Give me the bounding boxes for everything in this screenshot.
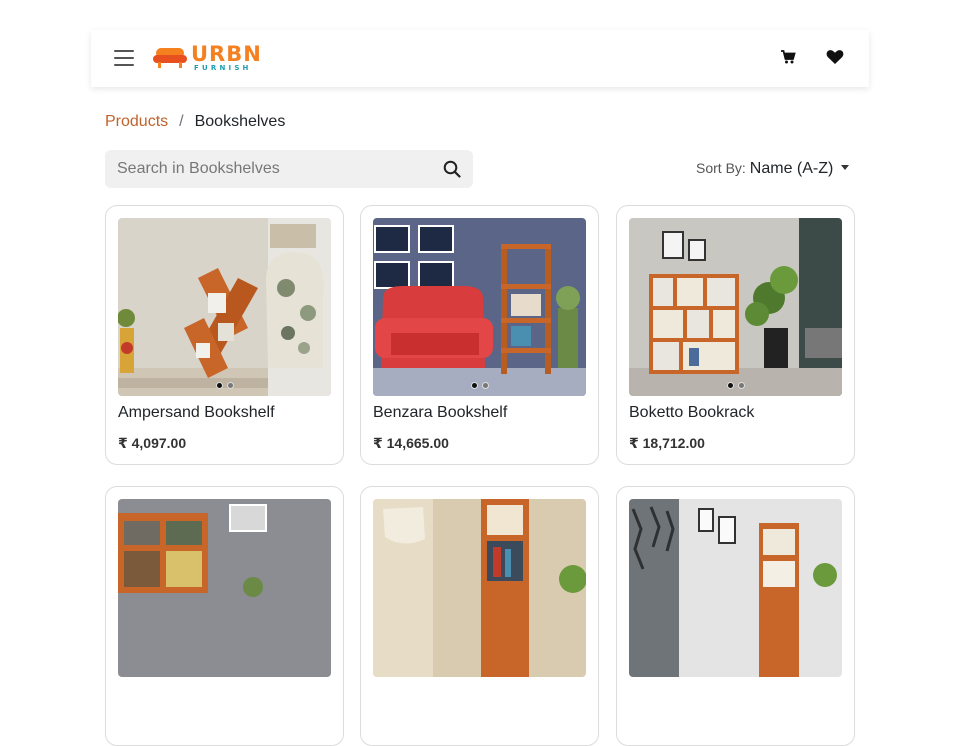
product-price: ₹ 4,097.00 xyxy=(118,435,187,451)
product-image[interactable] xyxy=(629,499,842,677)
sort-value: Name (A-Z) xyxy=(749,160,834,177)
product-image[interactable] xyxy=(373,218,586,396)
hamburger-menu-icon[interactable] xyxy=(114,50,134,68)
product-card[interactable] xyxy=(360,486,599,746)
logo-wordmark: URBN xyxy=(191,42,262,66)
product-price: ₹ 18,712.00 xyxy=(629,435,705,451)
carousel-dot[interactable] xyxy=(481,382,489,389)
search-icon[interactable] xyxy=(443,160,461,183)
carousel-dot[interactable] xyxy=(470,382,478,389)
product-card[interactable]: Ampersand Bookshelf ₹ 4,097.00 xyxy=(105,205,344,465)
product-name[interactable]: Benzara Bookshelf xyxy=(373,404,507,422)
breadcrumb-current: Bookshelves xyxy=(194,113,286,130)
breadcrumb-separator: / xyxy=(179,113,184,130)
chevron-down-icon xyxy=(841,165,850,170)
product-image[interactable] xyxy=(373,499,586,677)
breadcrumb: Products / Bookshelves xyxy=(105,113,285,131)
sort-label: Sort By: xyxy=(696,160,746,176)
sofa-logo-icon xyxy=(153,48,187,68)
search-input[interactable] xyxy=(105,160,425,178)
product-card[interactable]: Benzara Bookshelf ₹ 14,665.00 xyxy=(360,205,599,465)
brand-logo[interactable]: URBN FURNISH xyxy=(153,42,261,74)
breadcrumb-products-link[interactable]: Products xyxy=(105,113,168,131)
product-card[interactable] xyxy=(616,486,855,746)
product-image[interactable] xyxy=(118,499,331,677)
search-box xyxy=(105,150,473,188)
product-card[interactable] xyxy=(105,486,344,746)
product-name[interactable]: Ampersand Bookshelf xyxy=(118,404,275,422)
logo-tagline: FURNISH xyxy=(194,64,252,72)
top-navbar: URBN FURNISH xyxy=(91,30,869,87)
carousel-dot[interactable] xyxy=(226,382,234,389)
wishlist-heart-icon[interactable] xyxy=(826,49,844,70)
cart-icon[interactable] xyxy=(780,49,796,70)
carousel-dot[interactable] xyxy=(726,382,734,389)
product-name[interactable]: Boketto Bookrack xyxy=(629,404,754,422)
carousel-dot[interactable] xyxy=(215,382,223,389)
product-image[interactable] xyxy=(629,218,842,396)
product-card[interactable]: Boketto Bookrack ₹ 18,712.00 xyxy=(616,205,855,465)
product-image[interactable] xyxy=(118,218,331,396)
product-price: ₹ 14,665.00 xyxy=(373,435,449,451)
carousel-dot[interactable] xyxy=(737,382,745,389)
sort-dropdown[interactable]: Sort By: Name (A-Z) xyxy=(696,160,850,178)
